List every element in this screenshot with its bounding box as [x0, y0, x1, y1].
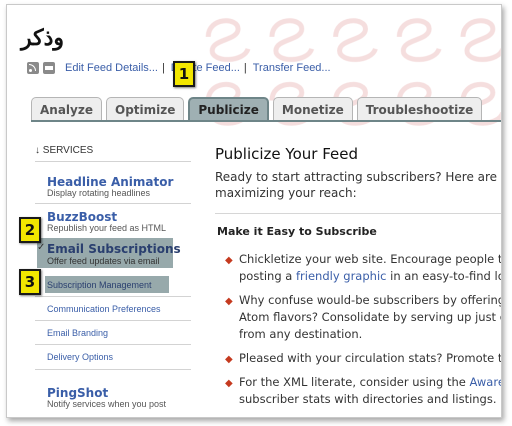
feed-title: وذكر: [21, 25, 65, 51]
tab-publicize[interactable]: Publicize: [188, 97, 269, 121]
sidebar-divider: [35, 296, 191, 297]
tab-optimize[interactable]: Optimize: [106, 97, 185, 121]
page-title: Publicize Your Feed: [215, 145, 359, 163]
intro-line: maximizing your reach:: [215, 186, 357, 200]
sidebar-item-headline-animator[interactable]: Headline Animator: [47, 175, 173, 189]
bullet-diamond-icon: ◆: [225, 354, 233, 365]
callout-badge-1: 1: [173, 61, 195, 87]
bullet-text: For the XML literate, consider using the: [239, 375, 470, 389]
bullet-diamond-icon: ◆: [225, 255, 233, 266]
tab-troubleshootize[interactable]: Troubleshootize: [356, 97, 483, 121]
bullet-diamond-icon: ◆: [225, 378, 233, 389]
section-header: Make it Easy to Subscribe: [217, 225, 377, 238]
bullet-text: in an easy-to-find loc: [386, 269, 502, 283]
sidebar-item-email-subscriptions[interactable]: Email Subscriptions: [47, 242, 181, 256]
sidebar-subitem-email-branding[interactable]: Email Branding: [47, 328, 108, 338]
email-icon[interactable]: [43, 62, 55, 74]
sidebar-divider: [35, 161, 191, 162]
sidebar-subitem-communication-preferences[interactable]: Communication Preferences: [47, 304, 161, 314]
buzzboost-description: Republish your feed as HTML: [47, 223, 167, 233]
rss-icon[interactable]: [27, 62, 39, 74]
services-header[interactable]: ↓ SERVICES: [35, 145, 93, 156]
headline-animator-description: Display rotating headlines: [47, 188, 151, 198]
intro-line: Ready to start attracting subscribers? H…: [215, 170, 502, 184]
sidebar-item-pingshot[interactable]: PingShot: [47, 386, 108, 400]
edit-feed-details-link[interactable]: Edit Feed Details...: [65, 62, 158, 74]
sidebar-item-buzzboost[interactable]: BuzzBoost: [47, 210, 117, 224]
link-separator: |: [243, 62, 247, 74]
bullet-text: from any destination.: [239, 327, 363, 341]
bullet-text: posting a: [239, 269, 296, 283]
bullet-text: Pleased with your circulation stats? Pro…: [239, 351, 502, 365]
tab-underline: [31, 120, 501, 122]
link-separator: |: [161, 62, 165, 74]
awareness-link[interactable]: Awaren: [470, 375, 502, 389]
sidebar-divider: [35, 320, 191, 321]
callout-badge-2: 2: [19, 217, 41, 243]
transfer-feed-link[interactable]: Transfer Feed...: [253, 62, 331, 74]
intro-text: Ready to start attracting subscribers? H…: [215, 169, 502, 201]
friendly-graphic-link[interactable]: friendly graphic: [296, 269, 386, 283]
check-icon: ✓: [37, 242, 46, 253]
sidebar-subitem-subscription-management[interactable]: Subscription Management: [47, 280, 152, 290]
bullet-text: Atom flavors? Consolidate by serving up …: [239, 310, 502, 324]
bullet-text: subscriber stats with directories and li…: [239, 392, 497, 406]
callout-badge-3: 3: [19, 269, 41, 295]
bullet-list: ◆ Chickletize your web site. Encourage p…: [225, 251, 502, 415]
list-item: ◆ For the XML literate, consider using t…: [225, 374, 502, 408]
list-item: ◆ Pleased with your circulation stats? P…: [225, 350, 502, 367]
list-item: ◆ Why confuse would-be subscribers by of…: [225, 292, 502, 343]
tab-analyze[interactable]: Analyze: [31, 97, 102, 121]
pingshot-description: Notify services when you post: [47, 399, 167, 409]
sidebar-subitem-delivery-options[interactable]: Delivery Options: [47, 352, 113, 362]
sidebar-divider: [35, 203, 191, 204]
email-subscriptions-description: Offer feed updates via email: [47, 256, 160, 266]
bullet-diamond-icon: ◆: [225, 296, 233, 307]
sidebar-divider: [35, 369, 191, 370]
tab-monetize[interactable]: Monetize: [272, 97, 353, 121]
feedburner-window: وذكر Edit Feed Details... | Delete Feed.…: [6, 4, 502, 418]
main-tabs: Analyze Optimize Publicize Monetize Trou…: [31, 97, 486, 121]
bullet-text: Why confuse would-be subscribers by offe…: [239, 293, 502, 307]
sidebar-divider: [35, 344, 191, 345]
bullet-text: Chickletize your web site. Encourage peo…: [239, 252, 502, 266]
section-divider: [215, 213, 501, 214]
list-item: ◆ Chickletize your web site. Encourage p…: [225, 251, 502, 285]
